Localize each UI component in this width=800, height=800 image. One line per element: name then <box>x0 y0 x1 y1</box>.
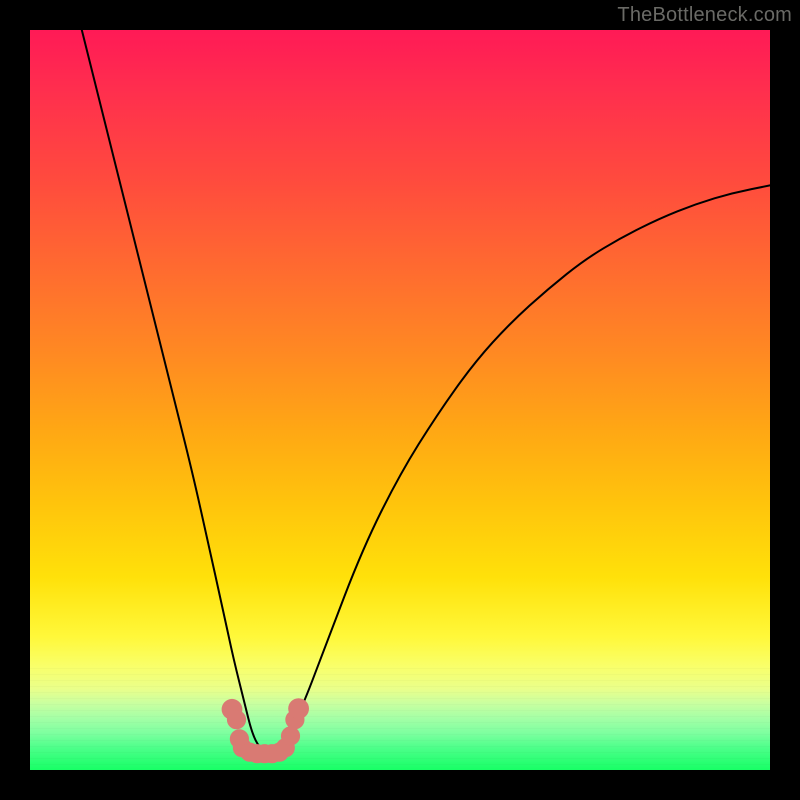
marker-dot <box>227 710 246 729</box>
plot-area <box>30 30 770 770</box>
marker-dot <box>281 726 300 745</box>
bottleneck-curve <box>82 30 770 751</box>
chart-frame: TheBottleneck.com <box>0 0 800 800</box>
curve-layer <box>30 30 770 770</box>
watermark-text: TheBottleneck.com <box>617 4 792 27</box>
minimum-markers <box>222 698 309 763</box>
marker-dot <box>288 698 309 719</box>
